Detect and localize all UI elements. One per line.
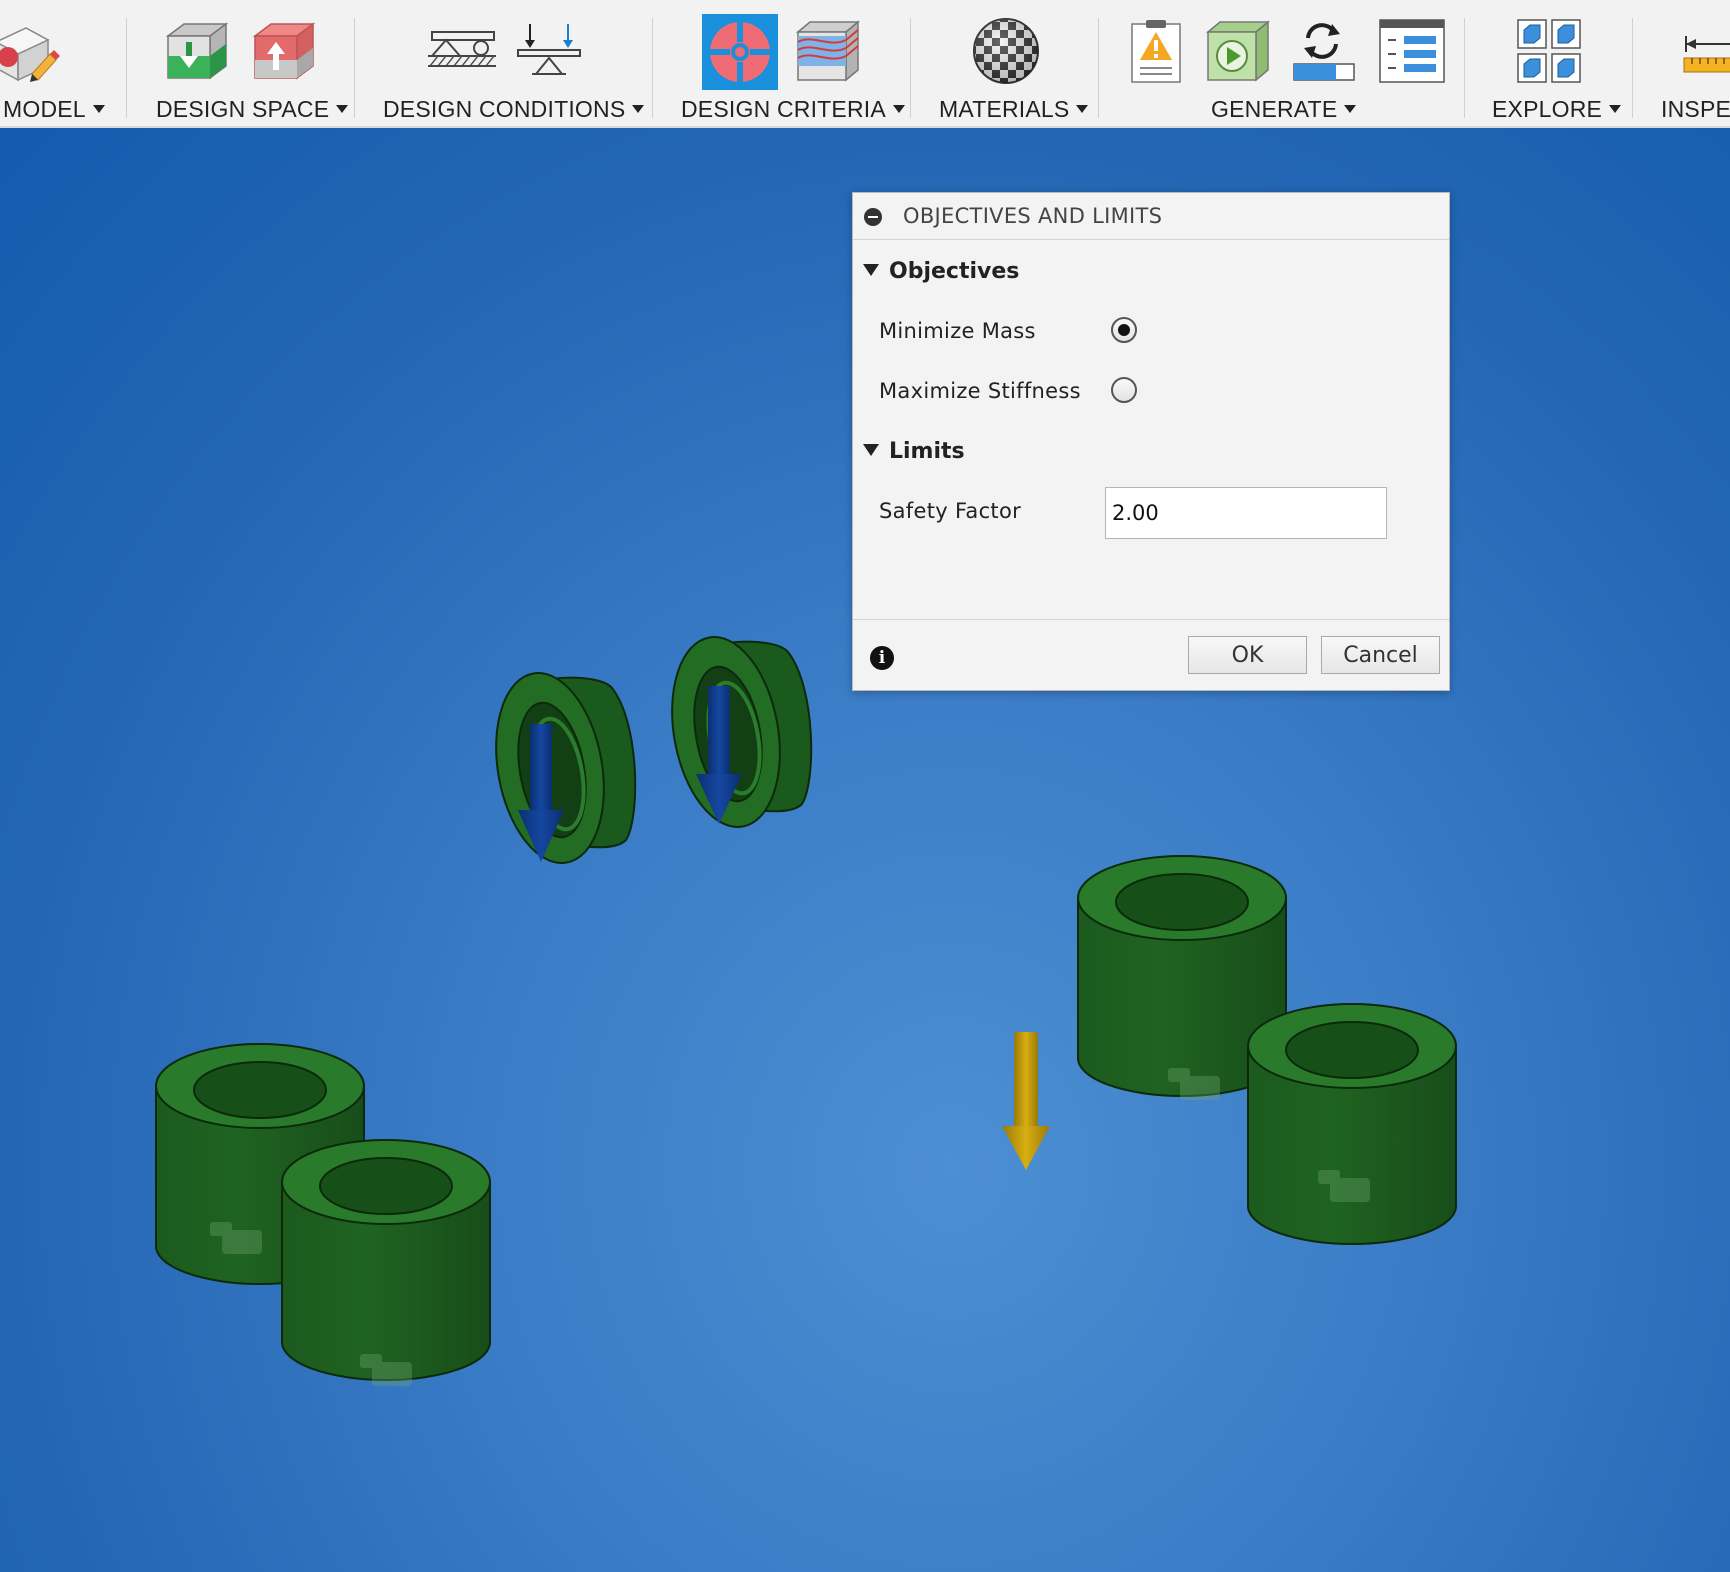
study-materials-icon[interactable] — [968, 14, 1044, 86]
obstacle-cylinder[interactable] — [281, 1139, 491, 1386]
manufacturing-icon[interactable] — [790, 14, 866, 86]
obstacle-geometry-icon[interactable] — [247, 14, 323, 86]
toolbar-divider — [1464, 18, 1465, 118]
chevron-down-icon — [632, 104, 645, 113]
preserve-ring[interactable] — [482, 664, 637, 871]
chevron-down-icon — [92, 104, 105, 113]
chevron-down-icon — [336, 104, 349, 113]
design-criteria-dropdown[interactable]: DESIGN CRITERIA — [681, 96, 905, 122]
chevron-down-icon — [1609, 104, 1622, 113]
chevron-down-icon — [1076, 104, 1089, 113]
ribbon-toolbar: MODEL DESIGN SPACE DESIGN CONDITIONS DES… — [0, 0, 1730, 128]
cancel-button[interactable]: Cancel — [1321, 636, 1440, 674]
objectives-section-toggle[interactable]: Objectives — [863, 259, 1019, 284]
preserve-geometry-icon[interactable] — [160, 14, 236, 86]
toolbar-divider — [652, 18, 653, 118]
explore-dropdown[interactable]: EXPLORE — [1492, 96, 1622, 122]
objectives-and-limits-icon[interactable] — [702, 14, 778, 90]
chevron-down-icon — [1344, 104, 1357, 113]
design-space-dropdown[interactable]: DESIGN SPACE — [156, 96, 349, 122]
info-icon[interactable]: i — [870, 646, 894, 670]
job-status-icon[interactable] — [1286, 14, 1362, 86]
measure-icon[interactable] — [1680, 14, 1730, 86]
toolbar-divider — [910, 18, 911, 118]
design-conditions-dropdown[interactable]: DESIGN CONDITIONS — [383, 96, 645, 122]
minimize-mass-label: Minimize Mass — [879, 319, 1036, 343]
limits-section-toggle[interactable]: Limits — [863, 439, 965, 464]
study-list-icon[interactable] — [1374, 14, 1450, 86]
ok-button[interactable]: OK — [1188, 636, 1307, 674]
collapse-icon[interactable] — [864, 208, 882, 226]
safety-factor-input[interactable] — [1105, 487, 1387, 539]
dialog-title: OBJECTIVES AND LIMITS — [903, 204, 1163, 228]
maximize-stiffness-radio[interactable] — [1111, 377, 1137, 403]
edit-model-icon[interactable] — [0, 14, 64, 86]
safety-factor-label: Safety Factor — [879, 499, 1022, 523]
preserve-ring[interactable] — [658, 628, 813, 835]
dialog-header[interactable]: OBJECTIVES AND LIMITS — [853, 193, 1449, 240]
model-dropdown[interactable]: MODEL — [3, 96, 105, 122]
structural-load-icon[interactable] — [510, 14, 586, 86]
objectives-and-limits-dialog: OBJECTIVES AND LIMITS Objectives Minimiz… — [852, 192, 1450, 691]
canvas-viewport[interactable]: OBJECTIVES AND LIMITS Objectives Minimiz… — [0, 128, 1730, 1572]
chevron-down-icon — [892, 104, 905, 113]
structural-constraint-icon[interactable] — [424, 14, 500, 86]
triangle-down-icon — [863, 264, 879, 276]
maximize-stiffness-label: Maximize Stiffness — [879, 379, 1081, 403]
toolbar-divider — [1098, 18, 1099, 118]
materials-dropdown[interactable]: MATERIALS — [939, 96, 1089, 122]
triangle-down-icon — [863, 444, 879, 456]
generate-icon[interactable] — [1200, 14, 1276, 86]
pre-check-icon[interactable] — [1118, 14, 1194, 86]
gravity-arrow[interactable] — [1002, 1032, 1050, 1170]
dialog-footer: i OK Cancel — [853, 619, 1449, 691]
inspect-dropdown[interactable]: INSPEC — [1661, 96, 1730, 122]
explore-outcomes-icon[interactable] — [1512, 14, 1588, 86]
generate-dropdown[interactable]: GENERATE — [1211, 96, 1357, 122]
minimize-mass-radio[interactable] — [1111, 317, 1137, 343]
toolbar-divider — [354, 18, 355, 118]
toolbar-divider — [1632, 18, 1633, 118]
toolbar-divider — [126, 18, 127, 118]
obstacle-cylinder[interactable] — [1247, 1003, 1457, 1245]
